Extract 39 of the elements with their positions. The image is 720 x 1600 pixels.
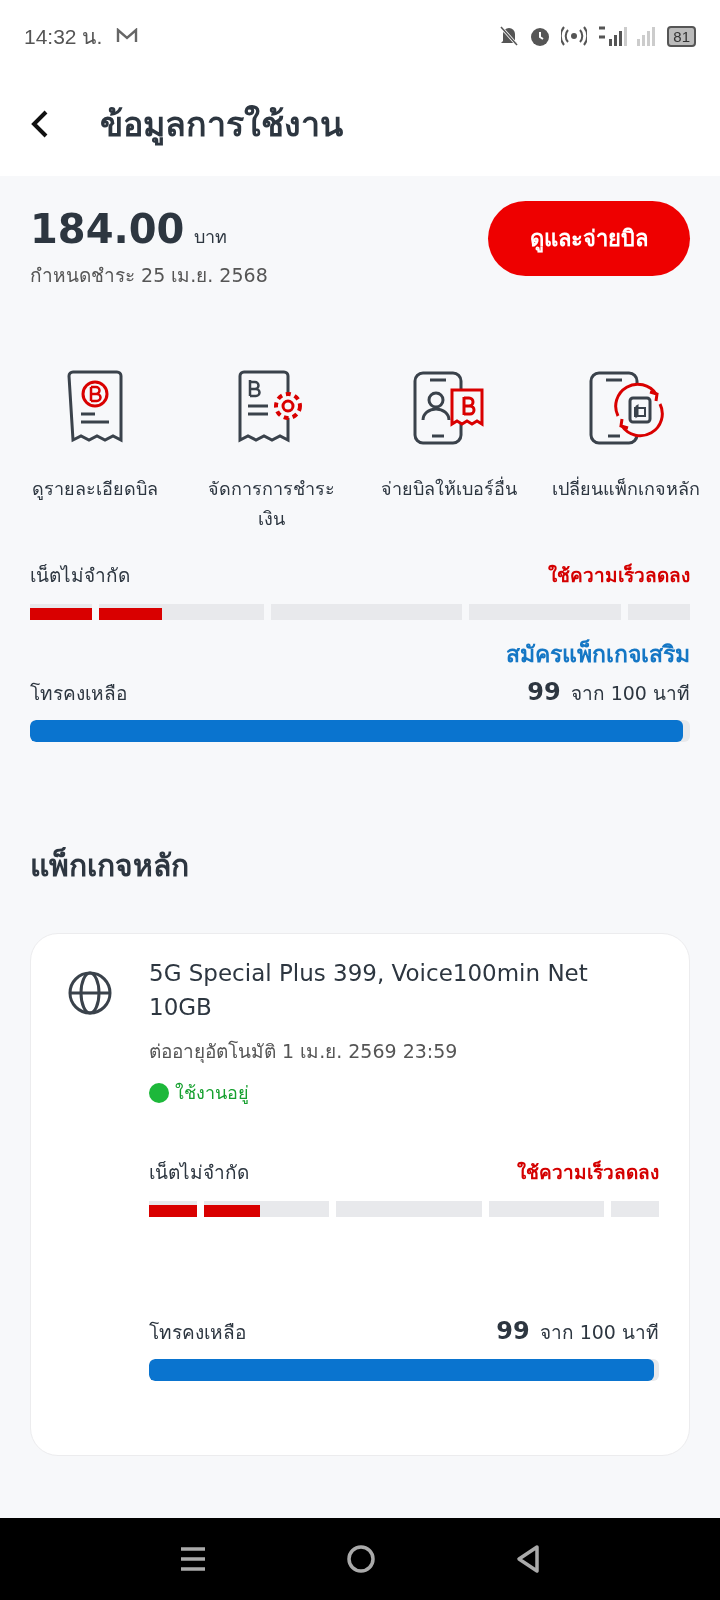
voice-label: โทรคงเหลือ	[149, 1320, 246, 1345]
voice-label: โทรคงเหลือ	[30, 681, 127, 706]
voice-total: จาก 100 นาที	[570, 682, 690, 704]
back-nav-icon[interactable]	[514, 1544, 541, 1574]
status-time: 14:32 น.	[24, 23, 103, 50]
signal-icon	[597, 25, 628, 47]
addon-package-link[interactable]: สมัครแพ็กเกจเสริม	[506, 636, 690, 672]
bill-amount: 184.00	[30, 206, 185, 252]
back-icon[interactable]	[30, 109, 50, 139]
menu-icon[interactable]	[179, 1545, 208, 1573]
battery-indicator: 81	[667, 25, 696, 47]
speed-status: ใช้ความเร็วลดลง	[548, 562, 690, 588]
bell-muted-icon	[499, 25, 520, 47]
shortcut-button[interactable]: เปลี่ยนแพ็กเกจหลัก	[537, 370, 714, 534]
home-icon[interactable]	[346, 1544, 376, 1574]
data-label: เน็ตไม่จำกัด	[30, 563, 130, 588]
pay-bill-button[interactable]: ดูและจ่ายบิล	[488, 200, 690, 276]
shortcut-button[interactable]: จัดการการชำระเงิน	[183, 370, 360, 534]
speed-status: ใช้ความเร็วลดลง	[517, 1159, 659, 1185]
voice-remaining: 99	[527, 678, 561, 706]
globe-icon	[67, 970, 113, 1016]
mail-icon	[116, 28, 139, 44]
package-status: ใช้งานอยู่	[175, 1081, 249, 1106]
phone-sim-swap-icon	[587, 370, 664, 446]
signal-weak-icon	[637, 25, 658, 47]
currency-label: บาท	[194, 226, 228, 247]
section-heading: แพ็กเกจหลัก	[30, 846, 190, 885]
phone-person-icon	[411, 370, 486, 446]
voice-remaining: 99	[496, 1317, 530, 1345]
page-title: ข้อมูลการใช้งาน	[100, 103, 343, 148]
renewal-date: ต่ออายุอัตโนมัติ 1 เม.ย. 2569 23:59	[149, 1039, 459, 1065]
due-date: กำหนดชำระ 25 เม.ย. 2568	[30, 263, 268, 288]
shortcut-button[interactable]: จ่ายบิลให้เบอร์อื่น	[360, 370, 537, 534]
voice-total: จาก 100 นาที	[539, 1321, 659, 1343]
hotspot-icon	[561, 26, 588, 46]
package-name: 5G Special Plus 399, Voice100min Net 10GB	[149, 959, 589, 1022]
data-label: เน็ตไม่จำกัด	[149, 1160, 249, 1185]
shortcut-button[interactable]: ดูรายละเอียดบิล	[6, 370, 183, 534]
alarm-icon	[529, 25, 552, 47]
